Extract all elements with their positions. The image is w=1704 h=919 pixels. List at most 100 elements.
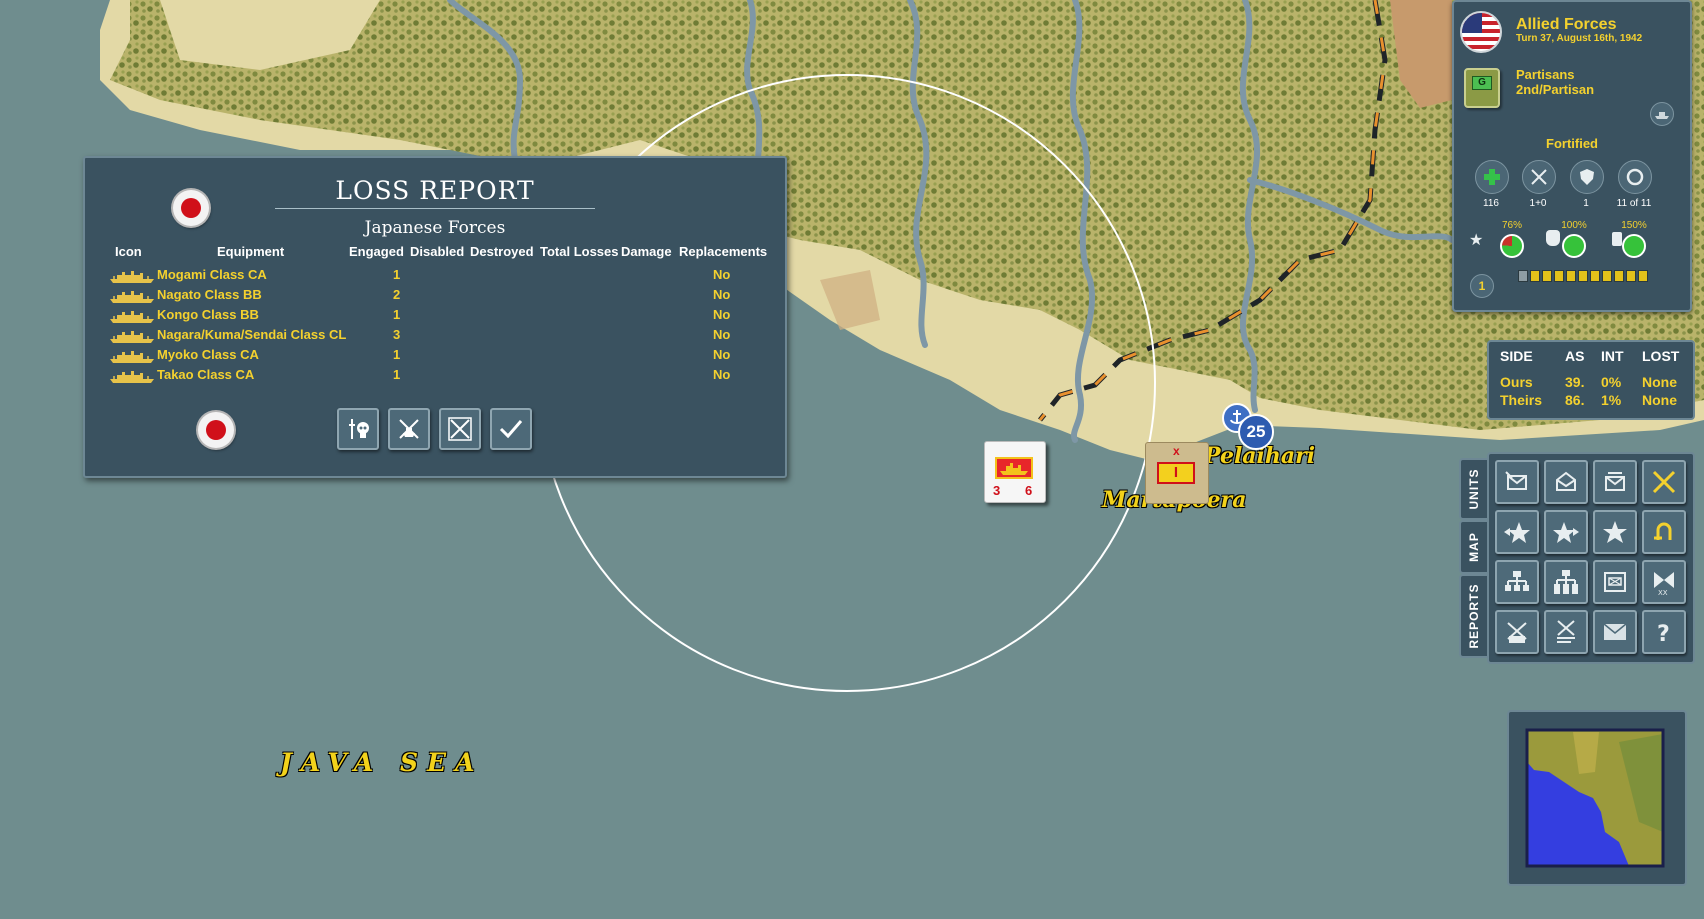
envelope-icon	[1505, 471, 1527, 490]
col-header-icon: Icon	[115, 244, 142, 259]
engaged-value: 2	[393, 287, 401, 302]
star-icon	[1603, 521, 1627, 543]
button-select-unit[interactable]	[1593, 510, 1637, 554]
button-hierarchy[interactable]	[1495, 560, 1539, 604]
combat-theirs-as: 86.	[1565, 392, 1585, 408]
col-header-total-losses: Total Losses	[540, 244, 619, 259]
star-right-icon	[1553, 522, 1579, 543]
title-divider	[275, 208, 595, 209]
button-hierarchy-expand[interactable]	[1544, 560, 1588, 604]
help-icon: ?	[1657, 622, 1670, 646]
button-envelope[interactable]	[1495, 460, 1539, 504]
destroyed-icon	[448, 417, 472, 441]
shield-icon	[1580, 169, 1594, 185]
supply-icon	[1612, 232, 1622, 246]
usa-flag-icon	[1460, 11, 1502, 53]
col-header-disabled: Disabled	[410, 244, 465, 259]
col-header-damage: Damage	[621, 244, 672, 259]
button-combat[interactable]	[1642, 460, 1686, 504]
battle-report-icon	[1557, 620, 1575, 643]
stat-value-defense: 1	[1583, 198, 1589, 209]
command-button-panel: XX ?	[1487, 452, 1695, 664]
replacements-value: No	[713, 367, 731, 382]
button-undo[interactable]	[1642, 510, 1686, 554]
step-pip	[1602, 270, 1612, 282]
combat-header-int: INT	[1601, 348, 1624, 364]
combat-ours-as: 39.	[1565, 374, 1585, 390]
button-previous-unit[interactable]	[1495, 510, 1539, 554]
unit-type-badge[interactable]: G	[1464, 68, 1500, 108]
unit-level-badge: 1	[1470, 274, 1494, 298]
button-envelope-open[interactable]	[1544, 460, 1588, 504]
undo-icon	[1654, 522, 1672, 540]
combat-ours-lost: None	[1642, 374, 1677, 390]
engaged-value: 3	[393, 327, 401, 342]
button-division[interactable]: XX	[1642, 560, 1686, 604]
warship-icon	[110, 311, 154, 323]
infantry-list-icon	[1604, 572, 1626, 592]
button-next-unit[interactable]	[1544, 510, 1588, 554]
star-left-icon	[1504, 522, 1530, 543]
replacements-value: No	[713, 347, 731, 362]
step-pip	[1614, 270, 1624, 282]
supply-gauge	[1622, 234, 1646, 258]
transport-ship-icon[interactable]	[1650, 102, 1674, 126]
button-help[interactable]: ?	[1642, 610, 1686, 654]
warship-icon	[110, 351, 154, 363]
ground-unit-counter[interactable]: x I	[1145, 442, 1209, 504]
button-envelope-queue[interactable]	[1593, 460, 1637, 504]
equipment-name: Myoko Class CA	[157, 347, 259, 362]
casualties-button[interactable]	[337, 408, 379, 450]
warship-icon	[110, 291, 154, 303]
naval-unit-counter[interactable]: 3 6	[984, 441, 1046, 503]
table-row: Kongo Class BB 1 No	[85, 306, 785, 326]
step-pip	[1638, 270, 1648, 282]
confirm-button[interactable]	[490, 408, 532, 450]
col-header-equipment: Equipment	[217, 244, 285, 259]
turn-date: Turn 37, August 16th, 1942	[1516, 33, 1643, 44]
replacements-value: No	[713, 287, 731, 302]
warship-icon	[110, 331, 154, 343]
step-pip	[1554, 270, 1564, 282]
unit-size-marker: x	[1173, 444, 1180, 458]
combat-header-as: AS	[1565, 348, 1585, 364]
tab-reports[interactable]: REPORTS	[1459, 574, 1487, 658]
step-pip	[1626, 270, 1636, 282]
col-header-destroyed: Destroyed	[470, 244, 534, 259]
combat-ours-side: Ours	[1500, 374, 1533, 390]
defense-button[interactable]	[1570, 160, 1604, 194]
tab-map[interactable]: MAP	[1459, 520, 1487, 574]
hq-marker[interactable]: 25	[1238, 414, 1274, 450]
button-mail[interactable]	[1593, 610, 1637, 654]
table-row: Myoko Class CA 1 No	[85, 346, 785, 366]
plus-button[interactable]	[1475, 160, 1509, 194]
strength-ring-button[interactable]	[1618, 160, 1652, 194]
crossed-swords-icon	[1531, 169, 1547, 185]
envelope-queue-icon	[1605, 472, 1625, 491]
button-battle-report[interactable]	[1544, 610, 1588, 654]
unit-badge-label: G	[1472, 76, 1492, 90]
button-disband[interactable]	[1495, 610, 1539, 654]
button-infantry-list[interactable]	[1593, 560, 1637, 604]
unit-status: Fortified	[1546, 136, 1598, 151]
combat-theirs-int: 1%	[1601, 392, 1622, 408]
fist-icon	[1546, 230, 1560, 246]
hierarchy-icon	[1505, 571, 1529, 591]
attack-strength-button[interactable]	[1522, 160, 1556, 194]
table-row: Nagato Class BB 2 No	[85, 286, 785, 306]
gauge-label-supply: 150%	[1621, 220, 1647, 231]
minimap[interactable]	[1509, 712, 1685, 884]
dialog-subtitle: Japanese Forces	[364, 218, 506, 238]
faction-name: Allied Forces	[1516, 16, 1617, 33]
unit-name: 2nd/Partisan	[1516, 82, 1595, 97]
naval-defense-value: 6	[1025, 483, 1033, 498]
disabled-button[interactable]	[388, 408, 430, 450]
rough-terrain	[820, 270, 880, 330]
step-pip	[1578, 270, 1588, 282]
experience-gauge	[1500, 234, 1524, 258]
equipment-name: Mogami Class CA	[157, 267, 267, 282]
tab-units[interactable]: UNITS	[1459, 458, 1487, 520]
destroyed-button[interactable]	[439, 408, 481, 450]
stat-value-strength: 11 of 11	[1616, 198, 1652, 209]
warship-icon	[110, 371, 154, 383]
